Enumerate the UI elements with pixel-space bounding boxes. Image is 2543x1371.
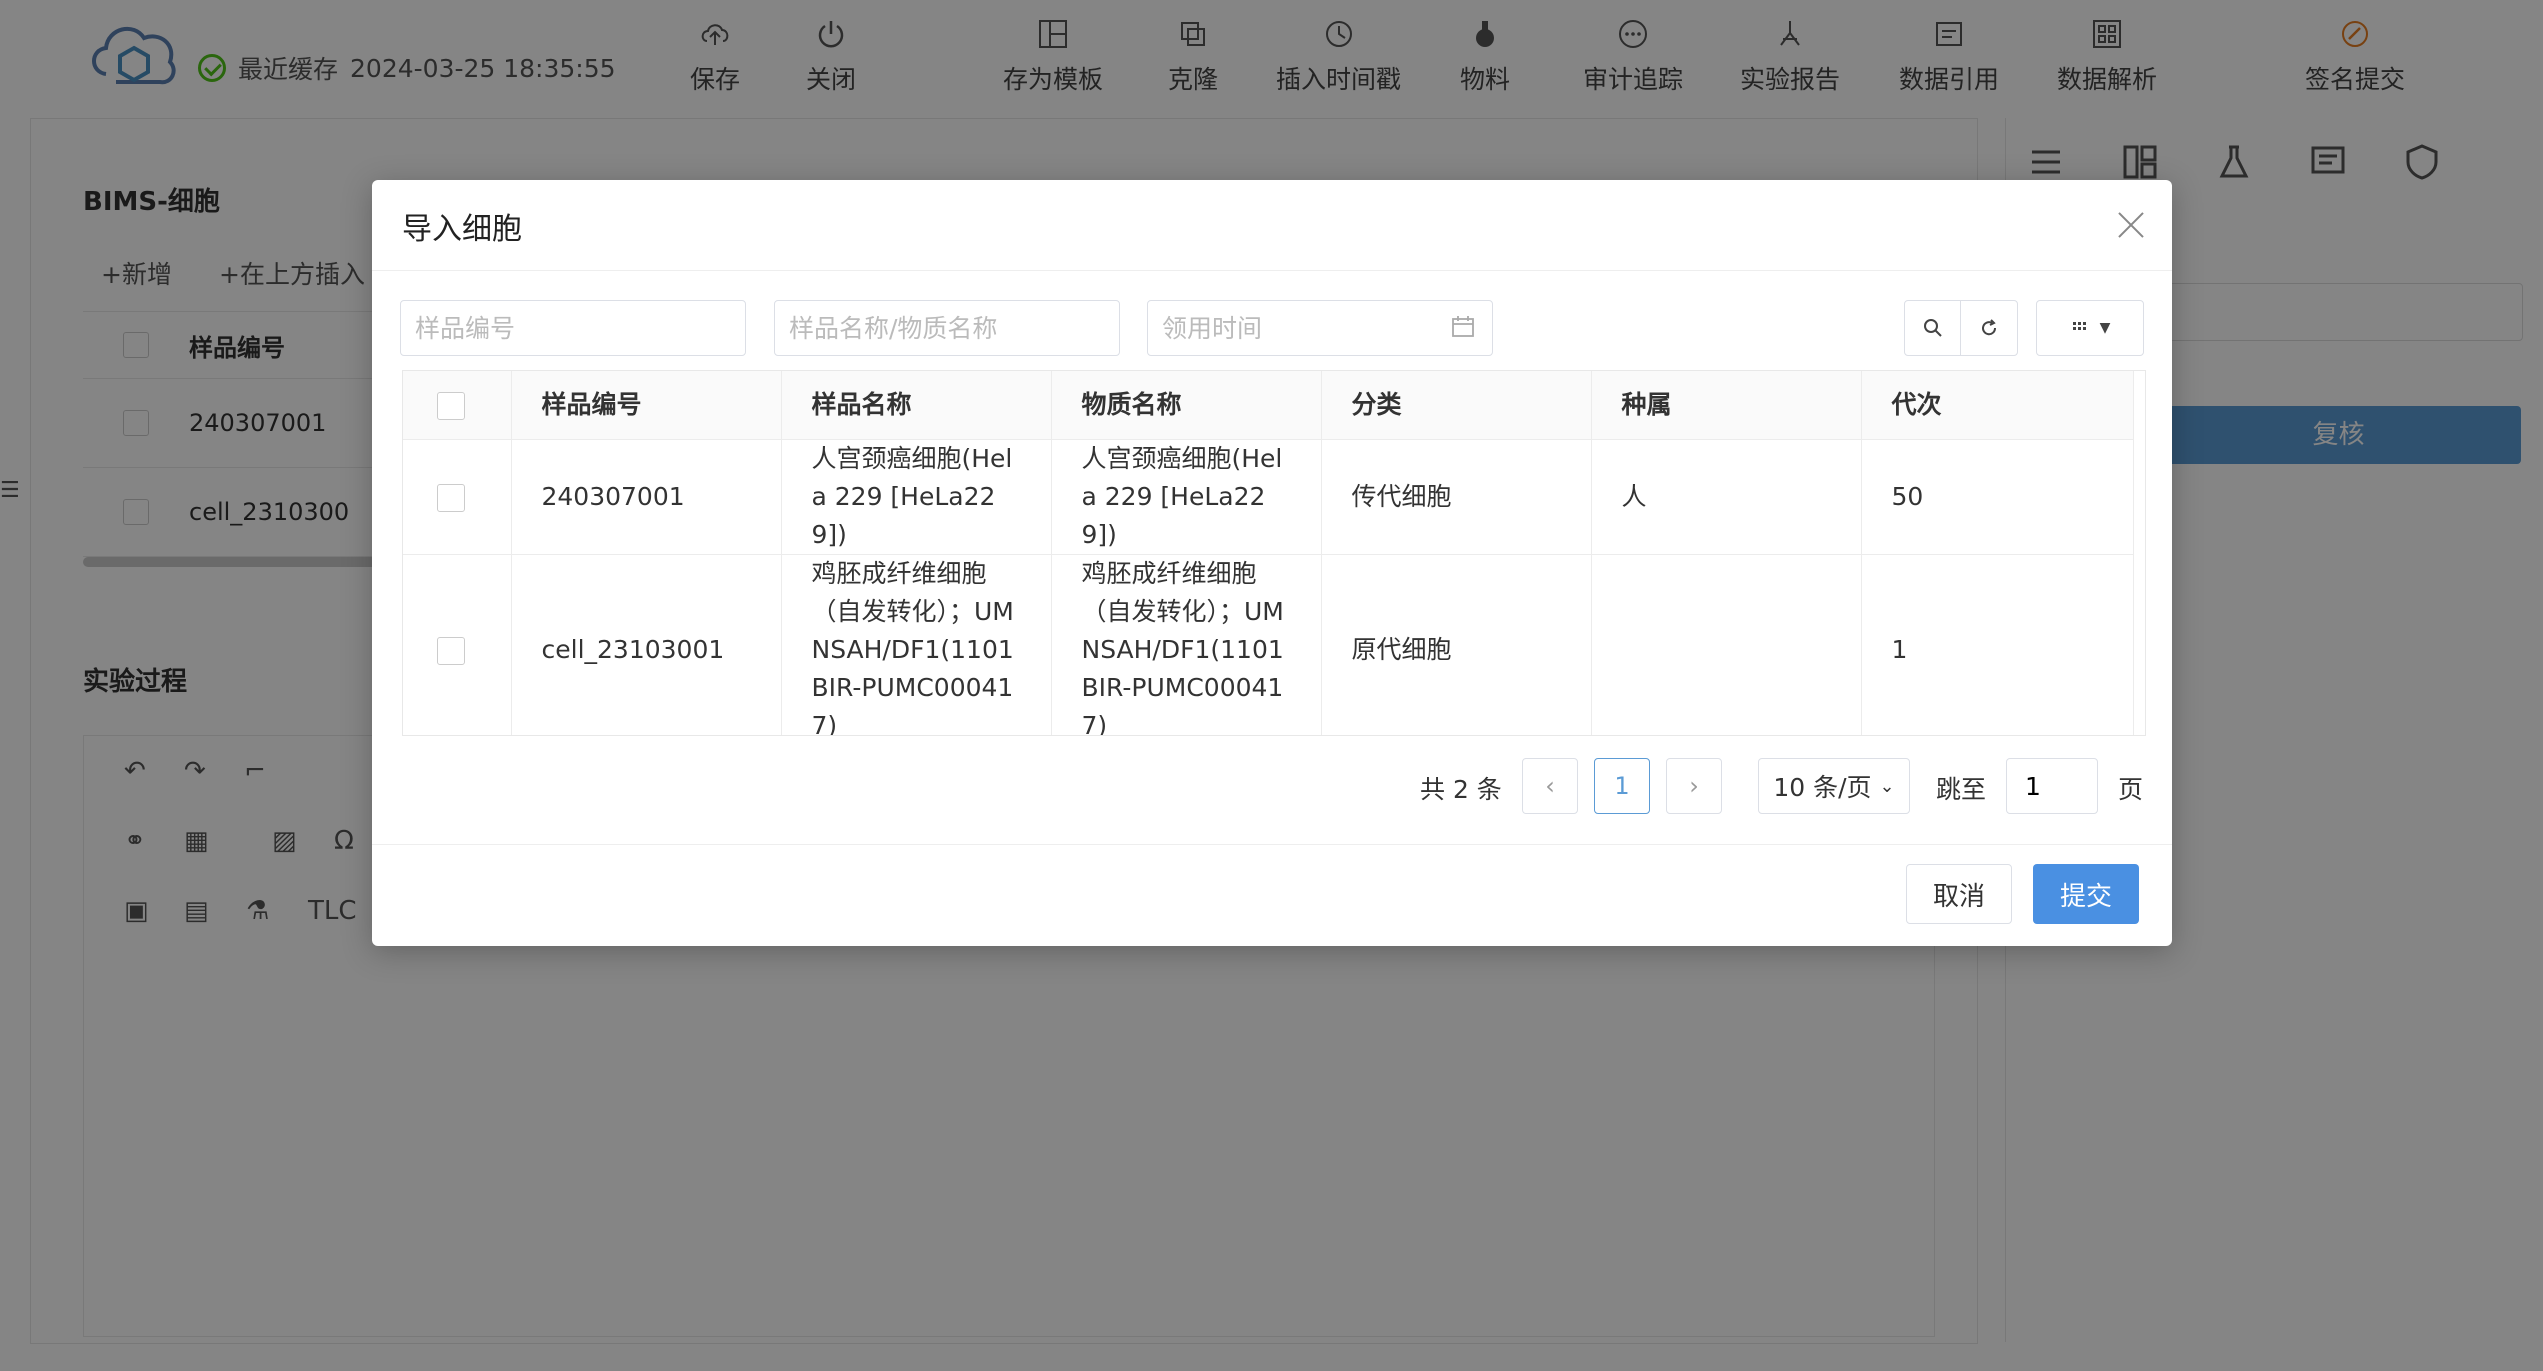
next-page-button[interactable]: › [1666,758,1722,814]
table-row[interactable]: cell_23103001 鸡胚成纤维细胞（自发转化）；UMNSAH/DF1(1… [403,554,2134,735]
cell-table: 样品编号 样品名称 物质名称 分类 种属 代次 240307001 人宫颈癌细胞… [402,370,2146,736]
dialog-header: 导入细胞 [372,180,2172,271]
column-settings-button[interactable]: ▼ [2036,300,2144,356]
goto-label: 跳至 [1936,775,1987,804]
select-all-checkbox[interactable] [437,392,465,420]
dialog-title: 导入细胞 [402,212,522,247]
prev-page-button[interactable]: ‹ [1522,758,1578,814]
col-substance-name: 物质名称 [1051,371,1322,440]
col-species: 种属 [1591,371,1862,440]
grid-icon [2072,322,2086,330]
cell-sample-name: 鸡胚成纤维细胞（自发转化）；UMNSAH/DF1(1101BIR-PUMC000… [781,554,1052,735]
cell-species [1591,554,1862,735]
cell-species: 人 [1591,439,1862,555]
cell-passage: 50 [1861,439,2134,555]
search-icon [1923,319,1942,337]
chevron-right-icon: › [1689,772,1699,800]
cell-sample-name: 人宫颈癌细胞(Hela 229 [HeLa229]) [781,439,1052,555]
chevron-left-icon: ‹ [1545,772,1555,800]
dialog-footer [372,844,2172,947]
pagination-total: 共 2 条 [1420,775,1502,804]
submit-button[interactable]: 提交 [2033,864,2139,924]
goto-page-input[interactable] [2006,758,2098,814]
close-icon[interactable] [2114,208,2148,242]
cell-substance-name: 人宫颈癌细胞(Hela 229 [HeLa229]) [1051,439,1322,555]
refresh-button[interactable] [1960,300,2018,356]
col-passage: 代次 [1861,371,2134,440]
refresh-icon [1982,319,1997,336]
date-picker-input[interactable] [1147,300,1493,356]
cell-category: 传代细胞 [1321,439,1592,555]
cell-sample-code: cell_23103001 [511,554,782,735]
calendar-icon [1452,316,1474,337]
page-size-value: 10 条/页 [1773,773,1872,802]
caret-down-icon: ▼ [2099,320,2111,336]
search-button[interactable] [1904,300,1961,356]
import-cell-dialog: 导入细胞 ▼ 样品编号 样品名称 物质名称 分类 种属 [372,180,2172,946]
page-size-select[interactable]: 10 条/页 ⌄ [1758,758,1910,814]
page-unit-label: 页 [2118,775,2144,804]
col-sample-code: 样品编号 [511,371,782,440]
cell-sample-code: 240307001 [511,439,782,555]
table-header-row: 样品编号 样品名称 物质名称 分类 种属 代次 [403,371,2134,440]
cell-passage: 1 [1861,554,2134,735]
table-row[interactable]: 240307001 人宫颈癌细胞(Hela 229 [HeLa229]) 人宫颈… [403,439,2134,555]
col-category: 分类 [1321,371,1592,440]
page-number-button[interactable]: 1 [1594,758,1650,814]
cancel-button[interactable]: 取消 [1906,864,2012,924]
sample-code-input[interactable] [400,300,746,356]
cell-substance-name: 鸡胚成纤维细胞（自发转化）；UMNSAH/DF1(1101BIR-PUMC000… [1051,554,1322,735]
col-sample-name: 样品名称 [781,371,1052,440]
sample-name-input[interactable] [774,300,1120,356]
row-checkbox[interactable] [437,637,465,665]
cell-category: 原代细胞 [1321,554,1592,735]
row-checkbox[interactable] [437,484,465,512]
chevron-down-icon: ⌄ [1879,775,1895,797]
